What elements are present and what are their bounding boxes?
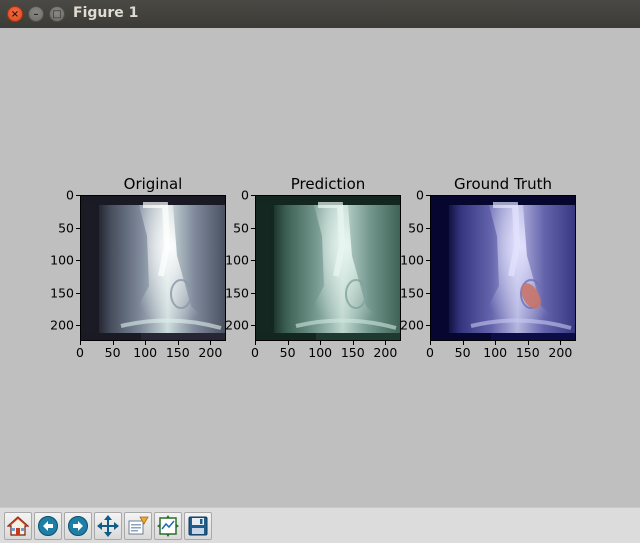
y-tick-label: 150: [400, 285, 424, 301]
xray-image-axes[interactable]: [255, 195, 401, 341]
y-tick-mark: [76, 260, 80, 262]
y-tick-label: 0: [66, 187, 74, 203]
y-tick-label: 0: [416, 187, 424, 203]
home-icon: [7, 516, 29, 536]
y-tick-label: 100: [50, 252, 74, 268]
x-tick-label: 150: [515, 345, 540, 360]
save-floppy-icon: [188, 516, 208, 536]
y-tick-mark: [426, 325, 430, 327]
minimize-window-button[interactable]: –: [28, 6, 44, 22]
y-tick-mark: [426, 292, 430, 294]
y-tick-label: 50: [58, 220, 74, 236]
y-tick-label: 150: [225, 285, 249, 301]
y-tick-mark: [76, 325, 80, 327]
subplot-title: Prediction: [290, 175, 366, 193]
subplot-title: Ground Truth: [454, 175, 552, 193]
close-window-button[interactable]: ×: [7, 6, 23, 22]
x-tick-label: 0: [251, 345, 259, 360]
y-tick-label: 200: [225, 317, 249, 333]
save-button[interactable]: [184, 512, 212, 540]
x-tick-label: 100: [483, 345, 508, 360]
y-tick-label: 200: [400, 317, 424, 333]
y-tick-mark: [251, 292, 255, 294]
y-tick-mark: [251, 195, 255, 196]
home-button[interactable]: [4, 512, 32, 540]
x-tick-label: 50: [279, 345, 296, 360]
x-tick-label: 100: [133, 345, 158, 360]
forward-arrow-icon: [68, 516, 88, 536]
y-tick-label: 200: [50, 317, 74, 333]
x-tick-label: 50: [104, 345, 121, 360]
y-tick-mark: [251, 325, 255, 327]
zoom-button[interactable]: [124, 512, 152, 540]
pan-button[interactable]: [94, 512, 122, 540]
pan-arrows-icon: [97, 515, 119, 537]
maximize-window-button[interactable]: □: [49, 6, 65, 22]
y-tick-label: 100: [225, 252, 249, 268]
xray-image-axes[interactable]: [430, 195, 576, 341]
x-tick-label: 50: [454, 345, 471, 360]
y-tick-label: 100: [400, 252, 424, 268]
x-tick-label: 150: [165, 345, 190, 360]
y-tick-label: 50: [408, 220, 424, 236]
subplot-title: Original: [123, 175, 183, 193]
y-tick-mark: [426, 195, 430, 196]
y-tick-label: 150: [50, 285, 74, 301]
window-title: Figure 1: [73, 5, 139, 21]
y-tick-mark: [426, 260, 430, 262]
figure-canvas[interactable]: Original 0 50 100 150 200 0 50 100 150 200 Predicti…: [0, 28, 640, 507]
x-tick-label: 0: [426, 345, 434, 360]
xray-image-axes[interactable]: [80, 195, 226, 341]
y-tick-mark: [76, 195, 80, 196]
x-tick-label: 200: [373, 345, 398, 360]
x-tick-label: 150: [340, 345, 365, 360]
x-tick-label: 100: [308, 345, 333, 360]
forward-button[interactable]: [64, 512, 92, 540]
y-tick-label: 0: [241, 187, 249, 203]
y-tick-mark: [251, 227, 255, 229]
x-tick-label: 0: [76, 345, 84, 360]
title-bar: × – □ Figure 1: [0, 0, 640, 29]
y-tick-label: 50: [233, 220, 249, 236]
y-tick-mark: [251, 260, 255, 262]
figure-window: × – □ Figure 1 Original 0 50 100 150 200 0 50 10…: [0, 0, 640, 543]
navigation-toolbar: [0, 507, 640, 543]
x-tick-label: 200: [198, 345, 223, 360]
y-tick-mark: [76, 227, 80, 229]
back-button[interactable]: [34, 512, 62, 540]
y-tick-mark: [76, 292, 80, 294]
zoom-rect-icon: [128, 516, 149, 535]
x-tick-label: 200: [548, 345, 573, 360]
back-arrow-icon: [38, 516, 58, 536]
y-tick-mark: [426, 227, 430, 229]
configure-subplots-button[interactable]: [154, 512, 182, 540]
subplots-config-icon: [157, 515, 179, 537]
